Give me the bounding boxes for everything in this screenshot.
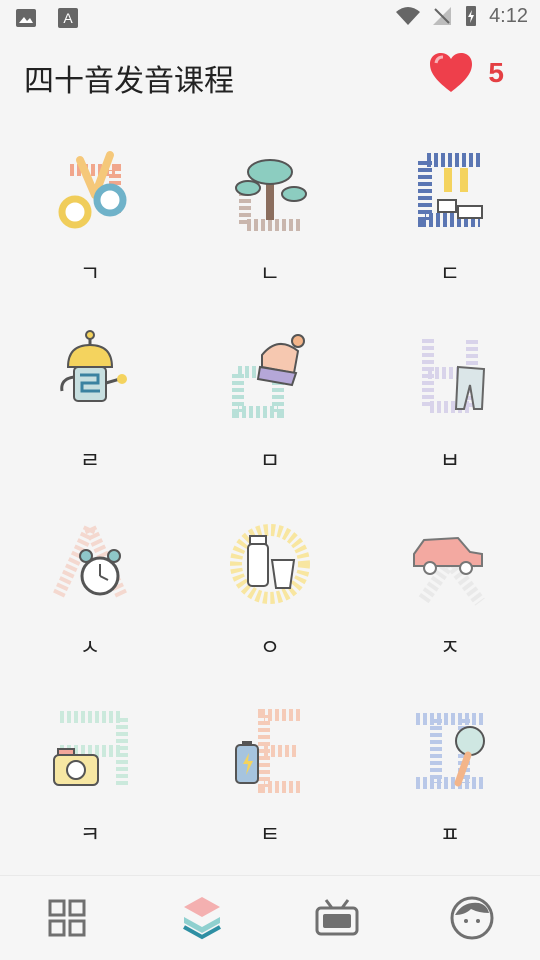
tv-icon — [315, 899, 359, 936]
tree-icon — [235, 159, 307, 231]
clock-icon — [52, 525, 128, 599]
lives-count: 5 — [488, 57, 504, 88]
heart-icon — [430, 53, 473, 92]
profile-icon — [450, 896, 494, 940]
header: 四十音发音课程 5 — [0, 36, 540, 114]
letter-card[interactable]: ㅍ — [360, 701, 540, 881]
bottom-nav — [0, 875, 540, 960]
letter-char: ㄹ — [79, 449, 101, 474]
letter-char: ㅌ — [259, 823, 281, 848]
letter-char: ㄷ — [439, 262, 461, 287]
layers-icon — [183, 897, 221, 940]
letter-card[interactable]: ㅂ — [360, 327, 540, 507]
svg-text:A: A — [63, 10, 73, 26]
grid-icon — [48, 899, 86, 937]
pants-icon — [422, 339, 486, 413]
camera-icon — [53, 711, 128, 787]
nav-tv[interactable] — [307, 888, 367, 948]
letter-char: ㅇ — [259, 636, 281, 661]
battery-icon — [235, 709, 300, 793]
letter-card[interactable]: ㅈ — [360, 514, 540, 694]
image-icon — [16, 9, 36, 27]
letter-char: ㄱ — [79, 262, 101, 287]
nav-grid[interactable] — [37, 888, 97, 948]
letter-char: ㅅ — [79, 636, 101, 661]
status-time: 4:12 — [489, 4, 528, 27]
letter-char: ㄴ — [259, 262, 281, 287]
letter-card[interactable]: ㄴ — [180, 140, 360, 320]
letter-card[interactable]: ㄷ — [360, 140, 540, 320]
a-icon: A — [58, 8, 78, 28]
wifi-icon — [396, 7, 421, 25]
feet-icon — [418, 153, 483, 227]
letter-char: ㅁ — [259, 449, 281, 474]
letter-char: ㅈ — [439, 636, 461, 661]
letter-card[interactable]: ㅁ — [180, 327, 360, 507]
letter-card[interactable]: ㅅ — [0, 514, 180, 694]
lives-indicator[interactable]: 5 — [428, 52, 504, 94]
no-signal-icon — [433, 7, 452, 25]
letter-card[interactable]: ㅇ — [180, 514, 360, 694]
letter-card[interactable]: ㄹ — [0, 327, 180, 507]
letter-char: ㅋ — [79, 823, 101, 848]
scissors-icon — [58, 151, 127, 229]
letter-card[interactable]: ㅌ — [180, 701, 360, 881]
nav-layers[interactable] — [172, 888, 232, 948]
letter-card[interactable]: ㄱ — [0, 140, 180, 320]
hat-icon — [232, 334, 305, 418]
letter-card[interactable]: ㅋ — [0, 701, 180, 881]
nav-profile[interactable] — [442, 888, 502, 948]
rattle-icon — [416, 713, 485, 789]
battery-charging-icon — [466, 6, 477, 26]
letter-char: ㅂ — [439, 449, 461, 474]
status-bar: A 4:12 — [0, 0, 540, 36]
page-title: 四十音发音课程 — [24, 64, 234, 99]
robot-icon — [60, 330, 127, 402]
letter-char: ㅍ — [439, 823, 461, 848]
car-icon — [413, 536, 485, 606]
milk-icon — [230, 524, 310, 604]
